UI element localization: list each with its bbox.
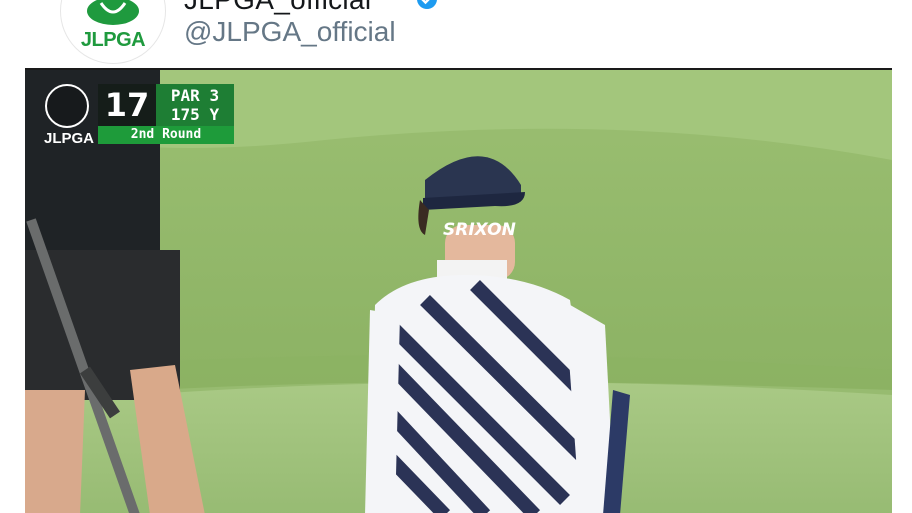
account-avatar[interactable]: JLPGA (60, 0, 166, 64)
video-frame[interactable]: SRIXON JLPGA 17 PAR 3 175 Y 2nd Round (25, 68, 892, 513)
broadcast-logo: JLPGA (41, 84, 97, 150)
cap-logo-text: SRIXON (443, 220, 516, 240)
account-handle[interactable]: @JLPGA_official (184, 16, 396, 48)
hole-number: 17 (98, 84, 156, 126)
jlpga-logo-icon (87, 0, 139, 25)
account-display-name[interactable]: JLPGA_official (184, 0, 371, 16)
avatar-logo-text: JLPGA (80, 29, 146, 51)
golfer-emblem-icon (45, 84, 89, 128)
verified-badge-icon (417, 0, 437, 9)
par-label: PAR 3 (170, 86, 220, 105)
broadcast-logo-text: JLPGA (43, 130, 94, 147)
round-label: 2nd Round (98, 126, 234, 144)
yardage-label: 175 Y (170, 105, 220, 124)
par-yardage-box: PAR 3 175 Y (156, 84, 234, 126)
